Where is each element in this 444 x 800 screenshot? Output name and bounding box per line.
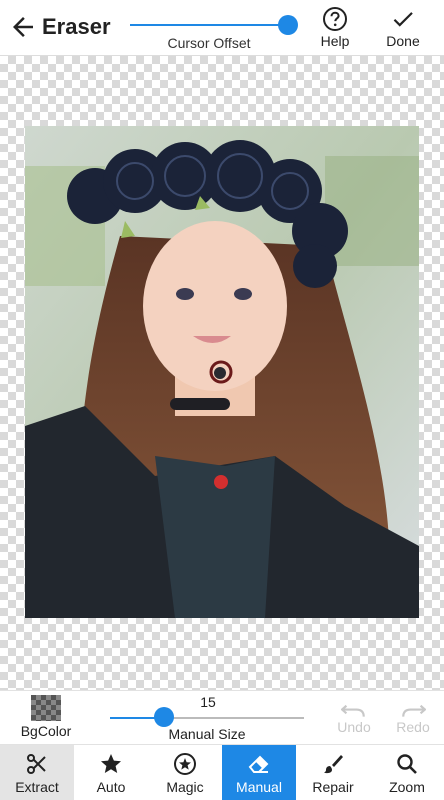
checkerboard-icon <box>31 695 61 721</box>
nav-item-repair[interactable]: Repair <box>296 745 370 800</box>
bgcolor-button[interactable]: BgColor <box>14 695 78 739</box>
cursor-offset-thumb[interactable] <box>278 15 298 35</box>
nav-label-zoom: Zoom <box>389 779 425 795</box>
nav-label-repair: Repair <box>312 779 354 795</box>
done-label: Done <box>386 33 420 49</box>
undo-button[interactable]: Undo <box>334 699 374 735</box>
controls-bar: BgColor 15 Manual Size Undo Redo <box>0 690 444 744</box>
check-icon <box>393 12 413 27</box>
undo-label: Undo <box>337 719 371 735</box>
redo-label: Redo <box>396 719 430 735</box>
nav-label-auto: Auto <box>96 779 126 795</box>
manual-size-thumb[interactable] <box>154 707 175 727</box>
portrait-image[interactable] <box>25 126 419 618</box>
redo-button[interactable]: Redo <box>393 699 433 735</box>
portrait-image-drawing <box>25 126 419 618</box>
scissors-icon <box>27 754 46 774</box>
manual-size-slider[interactable] <box>110 717 304 719</box>
nav-item-extract[interactable]: Extract <box>0 745 74 800</box>
help-label: Help <box>320 33 350 49</box>
manual-size-value: 15 <box>200 694 216 710</box>
bgcolor-label: BgColor <box>20 723 72 739</box>
nav-item-auto[interactable]: Auto <box>74 745 148 800</box>
arrow-left-icon <box>13 17 33 37</box>
help-icon <box>323 7 347 31</box>
page-title: Eraser <box>42 14 111 39</box>
editing-canvas[interactable] <box>0 56 444 690</box>
manual-size-label: Manual Size <box>168 726 246 742</box>
cursor-offset-label: Cursor Offset <box>167 35 251 51</box>
brush-icon <box>324 755 343 774</box>
help-button[interactable]: Help <box>312 6 358 52</box>
top-bar: Eraser Cursor Offset Help Done <box>0 0 444 56</box>
star-icon <box>101 754 121 773</box>
cursor-offset-slider[interactable] <box>130 24 288 26</box>
nav-item-manual[interactable]: Manual <box>222 745 296 800</box>
nav-item-zoom[interactable]: Zoom <box>370 745 444 800</box>
magnifier-icon <box>397 754 417 774</box>
nav-label-extract: Extract <box>15 779 59 795</box>
nav-label-manual: Manual <box>236 779 282 795</box>
redo-icon <box>402 704 426 717</box>
nav-item-magic[interactable]: Magic <box>148 745 222 800</box>
eraser-icon <box>248 755 269 773</box>
back-button[interactable] <box>8 12 38 42</box>
undo-icon <box>341 704 365 717</box>
bottom-nav: Extract Auto Magic Manual Repair Zoom <box>0 744 444 800</box>
magic-star-icon <box>174 753 196 775</box>
done-button[interactable]: Done <box>380 6 426 52</box>
nav-label-magic: Magic <box>166 779 204 795</box>
